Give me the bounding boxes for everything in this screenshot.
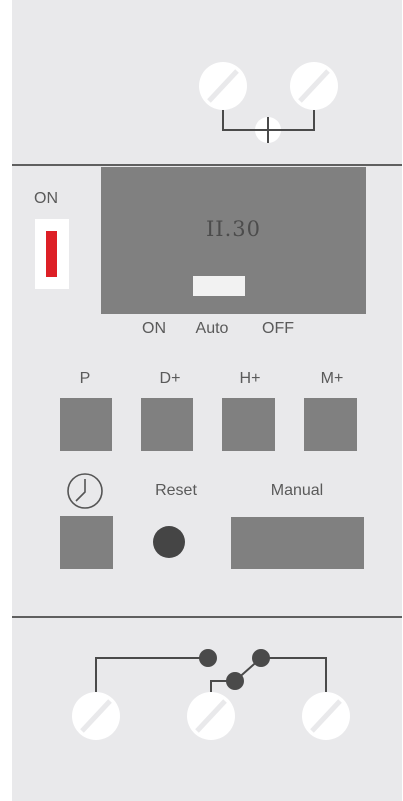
timer-switch-device: ON II.30 ON Auto OFF P D+ H+ M+ Reset Ma… [12, 0, 402, 801]
mode-label-auto: Auto [195, 320, 229, 337]
reset-button[interactable] [153, 526, 185, 558]
top-terminals [199, 62, 338, 143]
on-switch[interactable] [35, 219, 69, 289]
on-switch-lever[interactable] [46, 231, 57, 277]
mode-label-off: OFF [262, 320, 294, 337]
m-plus-button[interactable] [304, 398, 357, 451]
bottom-terminal-right[interactable] [302, 692, 350, 740]
d-plus-label: D+ [159, 370, 181, 387]
m-plus-label: M+ [320, 370, 344, 387]
manual-button[interactable] [231, 517, 364, 569]
mode-label-on: ON [142, 320, 166, 337]
clock-button[interactable] [60, 516, 113, 569]
relay-switch-diagram [72, 649, 350, 740]
relay-wire-left [95, 657, 208, 694]
lcd-display: II.30 [101, 167, 366, 314]
mode-indicator [193, 276, 245, 296]
manual-label: Manual [270, 482, 324, 499]
reset-label: Reset [155, 482, 197, 499]
display-time: II.30 [206, 217, 261, 241]
relay-node-common [226, 672, 244, 690]
top-fuse-symbol [255, 117, 281, 143]
clock-icon [67, 473, 103, 509]
bottom-terminal-middle[interactable] [187, 692, 235, 740]
relay-node-right [252, 649, 270, 667]
d-plus-button[interactable] [141, 398, 193, 451]
h-plus-button[interactable] [222, 398, 275, 451]
switch-label: ON [34, 190, 58, 207]
p-label: P [79, 370, 91, 387]
p-button[interactable] [60, 398, 112, 451]
relay-node-left [199, 649, 217, 667]
lower-divider [12, 616, 402, 618]
top-terminal-right[interactable] [290, 62, 338, 110]
upper-divider [12, 164, 402, 166]
h-plus-label: H+ [239, 370, 261, 387]
relay-wire-right [261, 657, 327, 694]
top-terminal-left[interactable] [199, 62, 247, 110]
bottom-terminal-left[interactable] [72, 692, 120, 740]
